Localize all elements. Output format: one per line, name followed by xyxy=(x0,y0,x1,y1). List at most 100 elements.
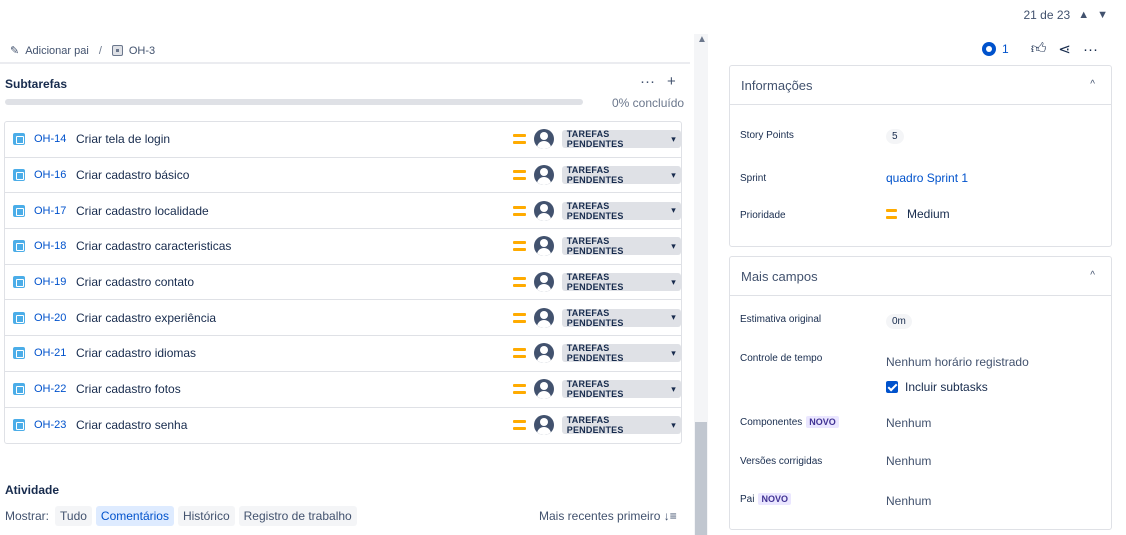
subtask-meta: TAREFAS PENDENTES ▾ xyxy=(513,300,681,335)
subtask-type-icon xyxy=(13,311,25,324)
subtask-key[interactable]: OH-18 xyxy=(34,240,68,252)
activity-title: Atividade xyxy=(5,483,60,497)
status-dropdown[interactable]: TAREFAS PENDENTES ▾ xyxy=(561,129,681,150)
more-fields-header[interactable]: Mais campos ^ xyxy=(730,257,1111,296)
unassigned-avatar-icon[interactable] xyxy=(533,236,554,257)
chevron-up-icon[interactable]: ▲ xyxy=(1078,9,1089,21)
subtask-meta: TAREFAS PENDENTES ▾ xyxy=(513,193,681,228)
sprint-label: Sprint xyxy=(740,173,767,184)
more-icon[interactable]: ··· xyxy=(1083,41,1098,58)
subtask-key[interactable]: OH-23 xyxy=(34,419,68,431)
subtask-row[interactable]: OH-23 Criar cadastro senha TAREFAS PENDENT… xyxy=(5,408,681,444)
subtask-key[interactable]: OH-19 xyxy=(34,276,68,288)
subtask-row[interactable]: OH-21 Criar cadastro idiomas TAREFAS PENDE… xyxy=(5,336,681,372)
priority-medium-icon[interactable] xyxy=(513,134,526,145)
scrollbar[interactable]: ▲ xyxy=(694,34,708,535)
scrollbar-thumb[interactable] xyxy=(695,422,707,535)
subtasks-actions: ··· + xyxy=(640,73,676,90)
subtask-row[interactable]: OH-14 Criar tela de login TAREFAS PENDENTE… xyxy=(5,122,681,158)
unassigned-avatar-icon[interactable] xyxy=(533,343,554,364)
add-subtask-button[interactable]: + xyxy=(667,73,676,90)
subtask-row[interactable]: OH-18 Criar cadastro caracteristicas TAREF… xyxy=(5,229,681,265)
original-estimate-value[interactable]: 0m xyxy=(886,313,912,329)
more-actions-icon[interactable]: ··· xyxy=(640,73,655,90)
components-value[interactable]: Nenhum xyxy=(886,416,931,430)
chevron-down-icon: ▾ xyxy=(671,312,676,323)
priority-medium-icon[interactable] xyxy=(513,170,526,181)
add-parent-link[interactable]: Adicionar pai xyxy=(25,45,89,57)
chevron-up-icon[interactable]: ^ xyxy=(1090,79,1095,90)
subtask-summary[interactable]: Criar cadastro senha xyxy=(76,418,187,432)
subtask-summary[interactable]: Criar cadastro caracteristicas xyxy=(76,239,231,253)
include-subtasks-checkbox[interactable]: Incluir subtasks xyxy=(886,380,988,394)
unassigned-avatar-icon[interactable] xyxy=(533,272,554,293)
chevron-down-icon[interactable]: ▼ xyxy=(1097,9,1108,21)
chevron-up-icon[interactable]: ^ xyxy=(1090,270,1095,281)
info-panel-header[interactable]: Informações ^ xyxy=(730,66,1111,105)
priority-medium-icon[interactable] xyxy=(513,277,526,288)
subtask-key[interactable]: OH-20 xyxy=(34,312,68,324)
unassigned-avatar-icon[interactable] xyxy=(533,307,554,328)
status-dropdown[interactable]: TAREFAS PENDENTES ▾ xyxy=(561,201,681,221)
subtask-key[interactable]: OH-16 xyxy=(34,169,68,181)
unassigned-avatar-icon[interactable] xyxy=(533,129,554,150)
status-dropdown[interactable]: TAREFAS PENDENTES ▾ xyxy=(561,308,681,328)
priority-medium-icon[interactable] xyxy=(513,384,526,395)
fix-versions-value[interactable]: Nenhum xyxy=(886,454,931,468)
status-dropdown[interactable]: TAREFAS PENDENTES ▾ xyxy=(561,343,681,363)
new-badge: NOVO xyxy=(758,493,791,505)
subtask-row[interactable]: OH-17 Criar cadastro localidade TAREFAS PE… xyxy=(5,193,681,230)
parent-value[interactable]: Nenhum xyxy=(886,494,931,508)
filter-comments[interactable]: Comentários xyxy=(95,506,174,526)
sort-order-button[interactable]: Mais recentes primeiro ↓≡ xyxy=(539,509,677,523)
subtask-key[interactable]: OH-22 xyxy=(34,383,68,395)
subtask-key[interactable]: OH-14 xyxy=(34,133,68,145)
subtask-summary[interactable]: Criar cadastro experiência xyxy=(76,311,216,325)
subtask-type-icon xyxy=(13,347,25,360)
status-label: TAREFAS PENDENTES xyxy=(566,129,624,150)
time-tracking-value[interactable]: Nenhum horário registrado xyxy=(886,355,1029,369)
status-dropdown[interactable]: TAREFAS PENDENTES ▾ xyxy=(561,379,681,399)
subtask-row[interactable]: OH-20 Criar cadastro experiência TAREFAS P… xyxy=(5,300,681,337)
priority-medium-icon[interactable] xyxy=(513,348,526,359)
priority-medium-icon[interactable] xyxy=(513,420,526,431)
unassigned-avatar-icon[interactable] xyxy=(533,415,554,436)
checkbox-checked-icon[interactable] xyxy=(886,381,898,393)
filter-worklog[interactable]: Registro de trabalho xyxy=(238,506,357,526)
status-dropdown[interactable]: TAREFAS PENDENTES ▾ xyxy=(561,165,681,185)
priority-medium-icon[interactable] xyxy=(513,312,526,323)
subtask-summary[interactable]: Criar cadastro básico xyxy=(76,168,189,182)
subtask-row[interactable]: OH-22 Criar cadastro fotos TAREFAS PENDENT… xyxy=(5,372,681,408)
story-points-value[interactable]: 5 xyxy=(886,128,904,144)
filter-history[interactable]: Histórico xyxy=(177,506,235,526)
priority-medium-icon[interactable] xyxy=(513,205,526,216)
priority-value[interactable]: Medium xyxy=(886,207,950,221)
thumbs-up-icon[interactable]: 👍︎ xyxy=(1031,40,1047,58)
subtask-row[interactable]: OH-19 Criar cadastro contato TAREFAS PENDE… xyxy=(5,265,681,301)
status-dropdown[interactable]: TAREFAS PENDENTES ▾ xyxy=(561,272,681,292)
scroll-up-icon[interactable]: ▲ xyxy=(697,34,707,45)
subtask-row[interactable]: OH-16 Criar cadastro básico TAREFAS PENDEN… xyxy=(5,158,681,194)
priority-medium-icon[interactable] xyxy=(513,241,526,252)
unassigned-avatar-icon[interactable] xyxy=(533,165,554,186)
subtask-summary[interactable]: Criar cadastro contato xyxy=(76,275,194,289)
subtask-key[interactable]: OH-21 xyxy=(34,347,68,359)
eye-icon[interactable] xyxy=(982,42,996,56)
subtask-summary[interactable]: Criar cadastro idiomas xyxy=(76,346,196,360)
subtask-summary[interactable]: Criar cadastro fotos xyxy=(76,382,181,396)
priority-text: Medium xyxy=(907,207,950,221)
unassigned-avatar-icon[interactable] xyxy=(533,379,554,400)
subtask-type-icon xyxy=(13,169,25,182)
subtask-key[interactable]: OH-17 xyxy=(34,205,68,217)
subtask-type-icon xyxy=(13,133,25,146)
sprint-link[interactable]: quadro Sprint 1 xyxy=(886,171,968,185)
subtask-summary[interactable]: Criar cadastro localidade xyxy=(76,204,209,218)
status-dropdown[interactable]: TAREFAS PENDENTES ▾ xyxy=(561,236,681,256)
share-icon[interactable]: ⋖ xyxy=(1058,40,1071,58)
breadcrumb-issue-key[interactable]: OH-3 xyxy=(129,45,155,57)
status-dropdown[interactable]: TAREFAS PENDENTES ▾ xyxy=(561,415,681,435)
watchers-count[interactable]: 1 xyxy=(1002,42,1009,56)
unassigned-avatar-icon[interactable] xyxy=(533,200,554,221)
subtask-summary[interactable]: Criar tela de login xyxy=(76,132,170,146)
filter-all[interactable]: Tudo xyxy=(55,506,92,526)
